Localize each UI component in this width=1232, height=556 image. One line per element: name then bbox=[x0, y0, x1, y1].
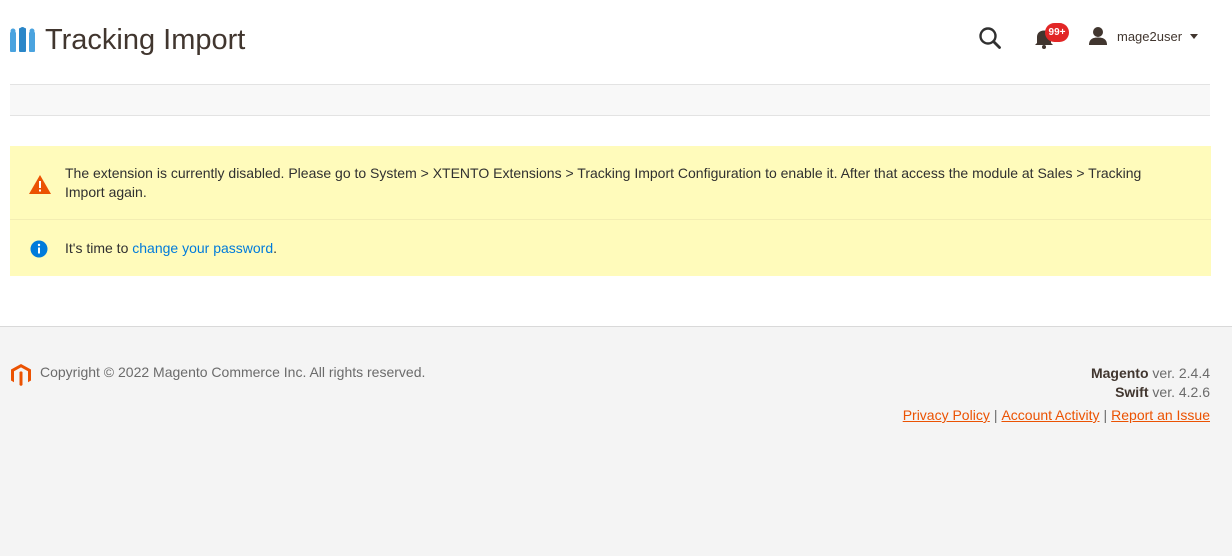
notice-message: It's time to change your password. bbox=[10, 220, 1211, 276]
module-logo-icon bbox=[10, 27, 35, 52]
page-footer: Copyright © 2022 Magento Commerce Inc. A… bbox=[0, 326, 1232, 556]
link-separator: | bbox=[1103, 407, 1108, 423]
swift-version: Swift ver. 4.2.6 bbox=[1091, 383, 1210, 402]
footer-links: Privacy Policy | Account Activity | Report a… bbox=[903, 407, 1210, 423]
search-icon[interactable] bbox=[976, 24, 1004, 52]
copyright-text: Copyright © 2022 Magento Commerce Inc. A… bbox=[40, 364, 426, 380]
page-title: Tracking Import bbox=[45, 24, 246, 56]
page-header: Tracking Import 99+ mage2user bbox=[0, 0, 1232, 84]
page-actions-toolbar bbox=[10, 84, 1210, 116]
privacy-policy-link[interactable]: Privacy Policy bbox=[903, 407, 990, 423]
report-issue-link[interactable]: Report an Issue bbox=[1111, 407, 1210, 423]
warning-message: The extension is currently disabled. Ple… bbox=[10, 146, 1211, 220]
magento-label: Magento bbox=[1090, 365, 1149, 381]
account-activity-link[interactable]: Account Activity bbox=[1001, 407, 1099, 423]
magento-version: Magento ver. 2.4.4 bbox=[1091, 364, 1210, 383]
notice-message-text: It's time to change your password. bbox=[65, 239, 277, 258]
swift-label: Swift bbox=[1115, 384, 1149, 400]
link-separator: | bbox=[993, 407, 998, 423]
swift-version-number: ver. 4.2.6 bbox=[1148, 384, 1210, 400]
notifications-count-badge: 99+ bbox=[1045, 23, 1069, 42]
change-password-link[interactable]: change your password bbox=[132, 240, 273, 256]
version-info: Magento ver. 2.4.4 Swift ver. 4.2.6 bbox=[1091, 364, 1210, 402]
user-account-menu[interactable]: mage2user bbox=[1088, 24, 1199, 48]
magento-version-number: ver. 2.4.4 bbox=[1148, 365, 1210, 381]
warning-icon bbox=[29, 175, 51, 194]
messages-area: The extension is currently disabled. Ple… bbox=[10, 146, 1211, 276]
notice-suffix: . bbox=[273, 240, 278, 256]
notice-prefix: It's time to bbox=[65, 240, 133, 256]
info-icon bbox=[30, 240, 48, 258]
warning-message-text: The extension is currently disabled. Ple… bbox=[65, 165, 1142, 200]
user-icon bbox=[1089, 27, 1107, 45]
magento-logo-icon bbox=[11, 364, 31, 386]
page: Tracking Import 99+ mage2user The extens… bbox=[0, 0, 1232, 556]
username-label: mage2user bbox=[1117, 28, 1183, 44]
chevron-down-icon bbox=[1190, 33, 1199, 39]
